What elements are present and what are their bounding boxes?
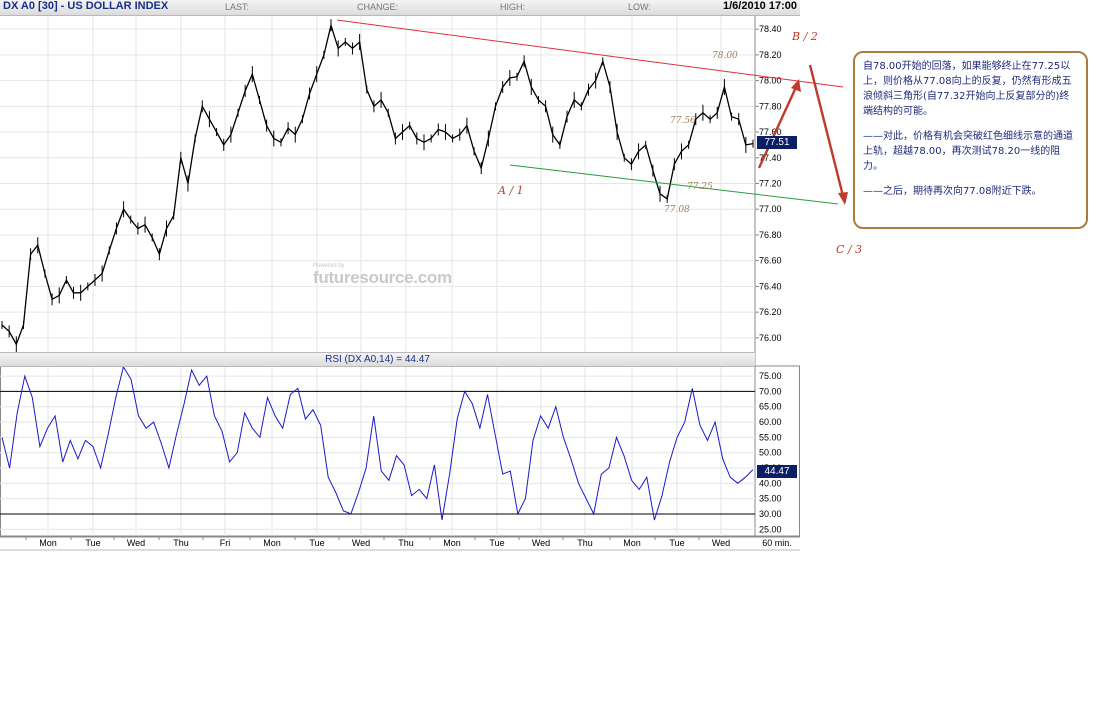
price-tick-label: 76.20	[759, 307, 782, 317]
x-tick-label: Mon	[263, 538, 281, 548]
x-tick-label: Tue	[489, 538, 504, 548]
high-label: HIGH:	[500, 2, 526, 12]
rsi-tick-label: 35.00	[759, 494, 782, 504]
projection-down-arrowhead	[838, 192, 848, 205]
rsi-tick-label: 75.00	[759, 371, 782, 381]
watermark: Powered by futuresource.com	[313, 263, 453, 293]
note-paragraph-3: ——之后，期待再次向77.08附近下跌。	[863, 186, 1042, 197]
x-tick-label: Wed	[532, 538, 550, 548]
x-tick-label: Tue	[309, 538, 324, 548]
x-unit-label: 60 min.	[762, 538, 792, 548]
rsi-tick-label: 30.00	[759, 509, 782, 519]
x-tick-label: Fri	[220, 538, 231, 548]
wave-c-label: C / 3	[836, 243, 862, 256]
chart-panel: 78.40 78.20 78.00 77.80 77.60 77.40 77.20 77.00…	[0, 0, 862, 551]
rsi-grid: Mon Tue Wed Thu Fri Mon Tue Wed Thu Mon Tue Wed Thu M…	[0, 365, 800, 551]
wave-a-label: A / 1	[497, 184, 524, 197]
symbol-title: DX A0 [30] - US DOLLAR INDEX	[3, 0, 169, 12]
x-tick-label: Tue	[669, 538, 684, 548]
current-rsi-label: 44.47	[757, 465, 797, 478]
rsi-tick-label: 40.00	[759, 478, 782, 488]
price-tick-label: 76.80	[759, 230, 782, 240]
x-tick-label: Thu	[577, 538, 593, 548]
watermark-text: futuresource.com	[313, 268, 452, 287]
rsi-series-line	[1, 365, 754, 521]
x-tick-label: Thu	[398, 538, 414, 548]
rsi-plot	[1, 365, 754, 521]
note-paragraph-1: 自78.00开始的回落，如果能够终止在77.25以上，则价格从77.08向上的反…	[863, 61, 1072, 117]
header-datetime: 1/6/2010 17:00	[722, 0, 797, 12]
rsi-tick-label: 25.00	[759, 524, 782, 534]
price-tick-label: 78.40	[759, 24, 782, 34]
price-tick-label: 77.20	[759, 179, 782, 189]
rsi-title: RSI (DX A0,14) = 44.47	[0, 352, 755, 367]
price-tick-label: 78.20	[759, 50, 782, 60]
price-tick-label: 76.60	[759, 256, 782, 266]
x-tick-label: Wed	[127, 538, 145, 548]
wave-b-label: B / 2	[791, 30, 818, 43]
chart-header-bar: DX A0 [30] - US DOLLAR INDEX LAST: CHANG…	[0, 0, 800, 16]
price-tick-label: 76.00	[759, 333, 782, 343]
x-tick-label: Mon	[443, 538, 461, 548]
rsi-tick-label: 55.00	[759, 432, 782, 442]
note-paragraph-2: ——对此，价格有机会突破红色细线示意的通道上轨，超越78.00，再次测试78.2…	[863, 131, 1073, 172]
x-tick-label: Tue	[85, 538, 100, 548]
price-tick-label: 77.80	[759, 101, 782, 111]
annotation-77-56: 77.56	[670, 116, 696, 126]
x-tick-label: Mon	[623, 538, 641, 548]
analysis-note: 自78.00开始的回落，如果能够终止在77.25以上，则价格从77.08向上的反…	[853, 51, 1088, 229]
annotation-77-08: 77.08	[664, 205, 690, 215]
rsi-tick-label: 70.00	[759, 386, 782, 396]
annotation-78-00: 78.00	[712, 51, 738, 61]
low-label: LOW:	[628, 2, 651, 12]
x-tick-label: Thu	[173, 538, 189, 548]
rsi-tick-label: 65.00	[759, 402, 782, 412]
change-label: CHANGE:	[357, 2, 399, 12]
x-tick-label: Mon	[39, 538, 57, 548]
annotation-77-25: 77.25	[687, 182, 713, 192]
current-price-label: 77.51	[757, 136, 797, 149]
x-tick-label: Wed	[712, 538, 730, 548]
last-label: LAST:	[225, 2, 250, 12]
x-tick-label: Wed	[352, 538, 370, 548]
price-tick-label: 76.40	[759, 281, 782, 291]
price-tick-label: 77.00	[759, 204, 782, 214]
rsi-tick-label: 50.00	[759, 448, 782, 458]
rsi-tick-label: 60.00	[759, 417, 782, 427]
